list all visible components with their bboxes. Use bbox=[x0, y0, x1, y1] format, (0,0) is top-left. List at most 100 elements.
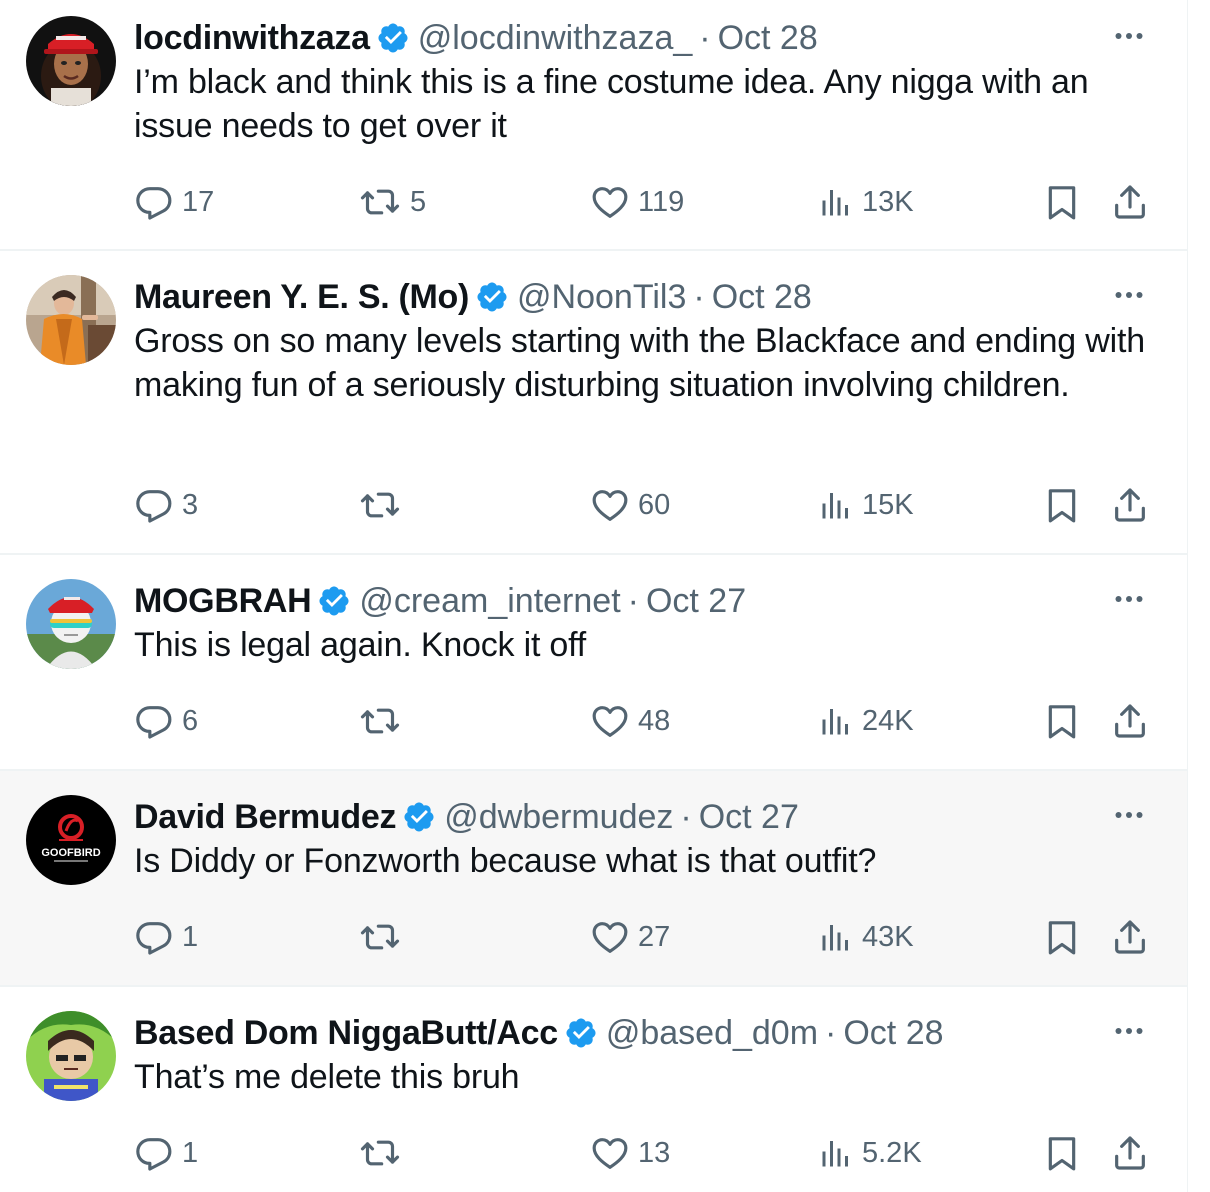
action-bar: 1 13 5.2K bbox=[134, 1131, 1149, 1175]
retweet-button[interactable]: 5 bbox=[358, 180, 426, 224]
timestamp[interactable]: Oct 27 bbox=[699, 795, 799, 839]
like-count: 119 bbox=[638, 185, 685, 218]
verified-badge-icon[interactable] bbox=[475, 280, 509, 314]
bookmark-icon bbox=[1042, 1133, 1082, 1173]
views-icon bbox=[818, 919, 854, 955]
like-button[interactable]: 27 bbox=[590, 915, 670, 959]
more-button[interactable] bbox=[1109, 795, 1149, 835]
avatar[interactable] bbox=[26, 1011, 116, 1101]
share-button[interactable] bbox=[1110, 915, 1150, 959]
bookmark-button[interactable] bbox=[1042, 180, 1082, 224]
avatar[interactable] bbox=[26, 275, 116, 365]
reply-button[interactable]: 6 bbox=[134, 699, 198, 743]
display-name[interactable]: MOGBRAH bbox=[134, 579, 312, 623]
views-icon bbox=[818, 487, 854, 523]
share-button[interactable] bbox=[1110, 180, 1150, 224]
views-button[interactable]: 43K bbox=[818, 915, 914, 959]
verified-badge-icon[interactable] bbox=[317, 584, 351, 618]
share-icon bbox=[1110, 182, 1150, 222]
like-button[interactable]: 60 bbox=[590, 483, 670, 527]
views-button[interactable]: 13K bbox=[818, 180, 914, 224]
view-count: 43K bbox=[862, 920, 914, 953]
retweet-button[interactable] bbox=[358, 483, 410, 527]
tweet[interactable]: MOGBRAH @cream_internet · Oct 27 This is… bbox=[0, 555, 1187, 771]
like-icon bbox=[590, 701, 630, 741]
retweet-button[interactable] bbox=[358, 1131, 410, 1175]
bookmark-icon bbox=[1042, 485, 1082, 525]
more-icon bbox=[1111, 581, 1147, 617]
more-button[interactable] bbox=[1109, 579, 1149, 619]
more-icon bbox=[1111, 18, 1147, 54]
views-button[interactable]: 24K bbox=[818, 699, 914, 743]
retweet-button[interactable] bbox=[358, 915, 410, 959]
like-button[interactable]: 13 bbox=[590, 1131, 670, 1175]
timestamp[interactable]: Oct 28 bbox=[712, 275, 812, 319]
more-icon bbox=[1111, 797, 1147, 833]
retweet-button[interactable] bbox=[358, 699, 410, 743]
more-button[interactable] bbox=[1109, 1011, 1149, 1051]
like-icon bbox=[590, 1133, 630, 1173]
tweet[interactable]: Based Dom NiggaButt/Acc @based_d0m · Oct… bbox=[0, 987, 1187, 1192]
handle[interactable]: @dwbermudez bbox=[444, 795, 673, 839]
like-count: 13 bbox=[638, 1136, 671, 1169]
avatar[interactable] bbox=[26, 16, 116, 106]
reply-icon bbox=[134, 1133, 174, 1173]
like-button[interactable]: 119 bbox=[590, 180, 684, 224]
share-button[interactable] bbox=[1110, 699, 1150, 743]
display-name[interactable]: Maureen Y. E. S. (Mo) bbox=[134, 275, 469, 319]
reply-count: 3 bbox=[182, 488, 199, 521]
like-count: 60 bbox=[638, 488, 671, 521]
avatar[interactable] bbox=[26, 579, 116, 669]
tweet[interactable]: GOOFBIRD David Bermudez @dwbermudez · Oc… bbox=[0, 771, 1187, 987]
handle[interactable]: @locdinwithzaza_ bbox=[418, 16, 693, 60]
share-icon bbox=[1110, 701, 1150, 741]
tweet[interactable]: Maureen Y. E. S. (Mo) @NoonTil3 · Oct 28… bbox=[0, 251, 1187, 555]
timestamp[interactable]: Oct 28 bbox=[718, 16, 818, 60]
reply-button[interactable]: 3 bbox=[134, 483, 198, 527]
views-button[interactable]: 5.2K bbox=[818, 1131, 922, 1175]
display-name[interactable]: David Bermudez bbox=[134, 795, 397, 839]
timestamp[interactable]: Oct 27 bbox=[646, 579, 746, 623]
like-count: 48 bbox=[638, 704, 671, 737]
tweet-text: I’m black and think this is a fine costu… bbox=[134, 63, 1089, 145]
bookmark-icon bbox=[1042, 917, 1082, 957]
reply-button[interactable]: 1 bbox=[134, 1131, 198, 1175]
more-button[interactable] bbox=[1109, 275, 1149, 315]
more-button[interactable] bbox=[1109, 16, 1149, 56]
display-name[interactable]: locdinwithzaza bbox=[134, 16, 370, 60]
retweet-icon bbox=[358, 182, 402, 222]
tweet-text: Is Diddy or Fonzworth because what is th… bbox=[134, 842, 877, 880]
tweet[interactable]: locdinwithzaza @locdinwithzaza_ · Oct 28… bbox=[0, 0, 1187, 251]
more-icon bbox=[1111, 1013, 1147, 1049]
reply-button[interactable]: 17 bbox=[134, 180, 214, 224]
retweet-count: 5 bbox=[410, 185, 427, 218]
bookmark-icon bbox=[1042, 701, 1082, 741]
handle[interactable]: @NoonTil3 bbox=[517, 275, 686, 319]
verified-badge-icon[interactable] bbox=[376, 21, 410, 55]
share-button[interactable] bbox=[1110, 483, 1150, 527]
verified-badge-icon[interactable] bbox=[564, 1016, 598, 1050]
reply-icon bbox=[134, 701, 174, 741]
verified-badge-icon[interactable] bbox=[402, 800, 436, 834]
action-bar: 17 5 119 13K bbox=[134, 180, 1149, 224]
handle[interactable]: @based_d0m bbox=[606, 1011, 818, 1055]
bookmark-button[interactable] bbox=[1042, 915, 1082, 959]
bookmark-button[interactable] bbox=[1042, 483, 1082, 527]
more-icon bbox=[1111, 277, 1147, 313]
views-button[interactable]: 15K bbox=[818, 483, 914, 527]
bookmark-button[interactable] bbox=[1042, 699, 1082, 743]
view-count: 24K bbox=[862, 704, 914, 737]
timestamp[interactable]: Oct 28 bbox=[843, 1011, 943, 1055]
like-button[interactable]: 48 bbox=[590, 699, 670, 743]
tweet-text: This is legal again. Knock it off bbox=[134, 626, 587, 664]
reply-button[interactable]: 1 bbox=[134, 915, 198, 959]
share-button[interactable] bbox=[1110, 1131, 1150, 1175]
handle[interactable]: @cream_internet bbox=[359, 579, 620, 623]
retweet-icon bbox=[358, 485, 402, 525]
avatar[interactable]: GOOFBIRD bbox=[26, 795, 116, 885]
display-name[interactable]: Based Dom NiggaButt/Acc bbox=[134, 1011, 558, 1055]
reply-icon bbox=[134, 485, 174, 525]
bookmark-button[interactable] bbox=[1042, 1131, 1082, 1175]
reply-count: 1 bbox=[182, 920, 199, 953]
retweet-icon bbox=[358, 1133, 402, 1173]
